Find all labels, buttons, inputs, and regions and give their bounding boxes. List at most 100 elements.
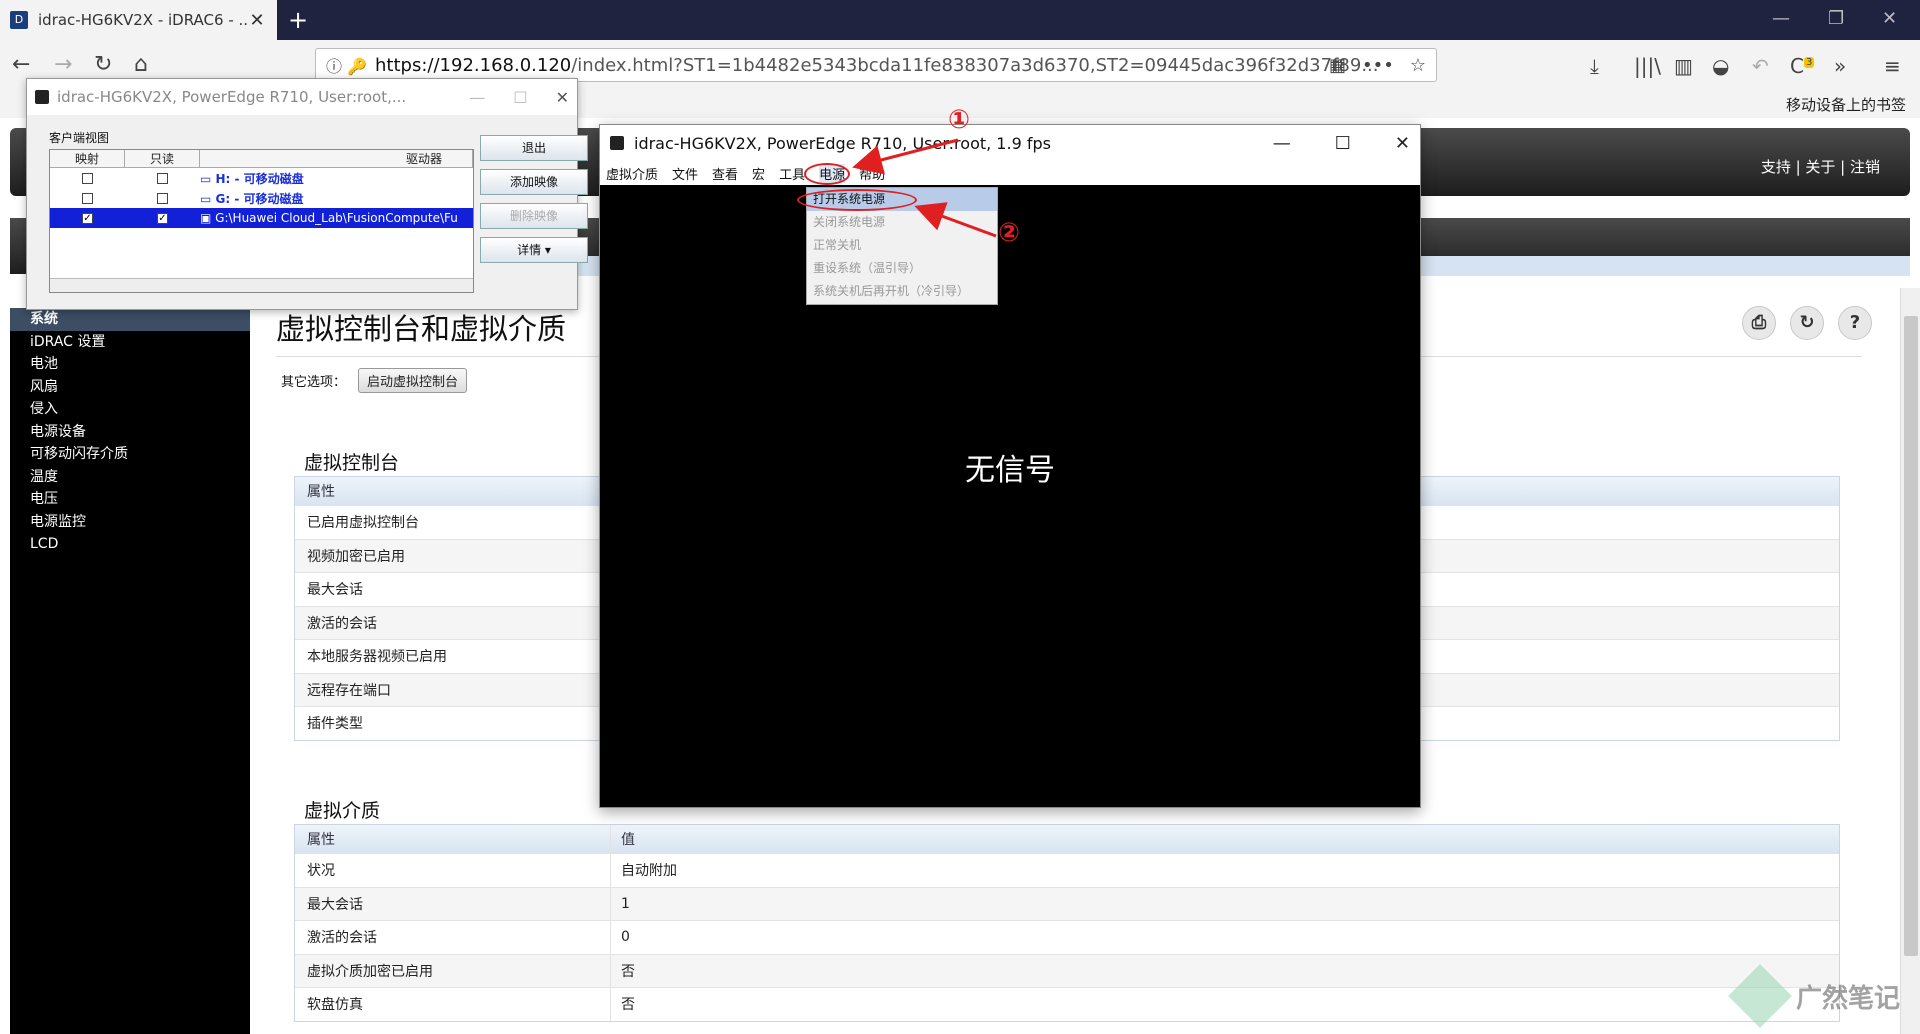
reload-icon[interactable]: ↻	[94, 52, 112, 77]
sidebar-item-lcd[interactable]: LCD	[10, 533, 250, 556]
console-menu-bar: 虚拟介质 文件 查看 宏 工具 电源 帮助	[600, 161, 1420, 185]
sidebar-item-fans[interactable]: 风扇	[10, 376, 250, 399]
dialog-title: idrac-HG6KV2X, PowerEdge R710, User:root…	[57, 88, 407, 106]
column-header: 属性	[295, 477, 611, 505]
minimize-icon[interactable]: —	[469, 88, 485, 107]
virtual-console-section-title: 虚拟控制台	[304, 452, 400, 474]
annotation-step-1: ①	[948, 105, 971, 135]
launch-virtual-console-button[interactable]: 启动虚拟控制台	[358, 368, 468, 393]
table-row: 虚拟介质加密已启用否	[295, 953, 1839, 987]
readonly-checkbox[interactable]: ✓	[157, 212, 168, 224]
sidebar-toggle-icon[interactable]: ▥	[1674, 54, 1693, 78]
home-icon[interactable]: ⌂	[134, 52, 148, 77]
close-window-icon[interactable]: ✕	[1882, 8, 1897, 29]
maximize-icon[interactable]: ☐	[1335, 133, 1351, 154]
minimize-icon[interactable]: —	[1772, 8, 1790, 29]
header-links[interactable]: 支持 | 关于 | 注销	[1761, 156, 1880, 177]
sidebar-item-intrusion[interactable]: 侵入	[10, 398, 250, 421]
column-header: 值	[621, 832, 635, 848]
scrollbar-thumb[interactable]	[1904, 316, 1918, 956]
column-header: 属性	[295, 825, 611, 853]
close-icon[interactable]: ✕	[556, 88, 569, 107]
menu-icon[interactable]: ≡	[1884, 54, 1901, 78]
download-icon[interactable]: ⤓	[1590, 54, 1599, 78]
menu-item-cold-reboot[interactable]: 系统关机后再开机（冷引导）	[807, 280, 997, 303]
new-tab-icon[interactable]: +	[288, 6, 308, 34]
help-icon[interactable]: ?	[1838, 306, 1872, 340]
url-bar[interactable]: ⓘ 🔑 https://192.168.0.120/index.html?ST1…	[315, 48, 1437, 82]
mobile-bookmarks-link[interactable]: 移动设备上的书签	[1786, 94, 1906, 115]
restore-icon[interactable]: ❐	[1828, 8, 1844, 29]
tab-title: idrac-HG6KV2X - iDRAC6 - ...	[38, 11, 247, 29]
horizontal-scrollbar[interactable]	[50, 278, 473, 292]
sidebar-item-battery[interactable]: 电池	[10, 353, 250, 376]
drive-row[interactable]: ▭ G: - 可移动磁盘	[50, 188, 473, 208]
browser-tab[interactable]: D idrac-HG6KV2X - iDRAC6 - ... ✕	[0, 0, 277, 40]
watermark-logo-icon	[1728, 964, 1792, 1028]
sidebar-item-power-supplies[interactable]: 电源设备	[10, 421, 250, 444]
drive-row[interactable]: ▭ H: - 可移动磁盘	[50, 168, 473, 188]
sidebar-item-voltage[interactable]: 电压	[10, 488, 250, 511]
drive-row[interactable]: ✓ ✓ ▣ G:\Huawei Cloud_Lab\FusionCompute\…	[50, 208, 473, 228]
sidebar-item-idrac-settings[interactable]: iDRAC 设置	[10, 331, 250, 354]
undo-icon[interactable]: ↶	[1752, 54, 1769, 78]
menu-macro[interactable]: 宏	[752, 164, 765, 183]
close-tab-icon[interactable]: ✕	[247, 10, 267, 31]
readonly-checkbox[interactable]	[157, 192, 168, 204]
other-options-label: 其它选项：	[281, 375, 347, 390]
idrac-favicon-icon: D	[10, 11, 28, 29]
readonly-checkbox[interactable]	[157, 172, 168, 184]
url-text: https://192.168.0.120/index.html?ST1=1b4…	[375, 54, 1379, 76]
browser-tab-bar: D idrac-HG6KV2X - iDRAC6 - ... ✕ + — ❐ ✕	[0, 0, 1920, 40]
qr-code-icon[interactable]: ▦	[1329, 55, 1346, 76]
sidebar: 系统 iDRAC 设置 电池 风扇 侵入 电源设备 可移动闪存介质 温度 电压 …	[10, 308, 250, 1034]
extension-icon[interactable]: ◒	[1712, 54, 1729, 78]
menu-virtual-media[interactable]: 虚拟介质	[606, 164, 658, 183]
remove-image-button[interactable]: 删除映像	[480, 203, 588, 229]
table-row: 激活的会话 0	[295, 920, 1839, 954]
bookmark-star-icon[interactable]: ☆	[1410, 55, 1426, 76]
annotation-step-2: ②	[998, 218, 1021, 248]
page-actions-icon[interactable]: •••	[1362, 55, 1394, 76]
sidebar-item-system[interactable]: 系统	[10, 308, 250, 331]
menu-help[interactable]: 帮助	[859, 164, 885, 183]
details-button[interactable]: 详情 ▾	[480, 237, 588, 263]
site-info-icon[interactable]: ⓘ 🔑	[326, 53, 367, 77]
forward-icon[interactable]: →	[54, 52, 72, 77]
virtual-media-section-title: 虚拟介质	[304, 800, 381, 822]
sidebar-item-temperature[interactable]: 温度	[10, 466, 250, 489]
print-icon[interactable]: ⎙	[1742, 306, 1776, 340]
page-scrollbar[interactable]	[1900, 288, 1920, 1034]
map-checkbox[interactable]: ✓	[82, 212, 93, 224]
map-checkbox[interactable]	[82, 172, 93, 184]
menu-item-warm-reset[interactable]: 重设系统（温引导）	[807, 257, 997, 280]
column-header: 只读	[125, 150, 200, 167]
annotation-oval-power-menu	[804, 163, 850, 185]
overflow-icon[interactable]: »	[1834, 54, 1846, 78]
menu-item-graceful-shutdown[interactable]: 正常关机	[807, 234, 997, 257]
drive-icon: ▭	[200, 191, 216, 206]
minimize-icon[interactable]: —	[1273, 133, 1291, 154]
menu-file[interactable]: 文件	[672, 164, 698, 183]
sidebar-item-flash-media[interactable]: 可移动闪存介质	[10, 443, 250, 466]
library-icon[interactable]: |||\	[1634, 54, 1661, 78]
map-checkbox[interactable]	[82, 192, 93, 204]
sync-icon[interactable]: C3	[1790, 54, 1815, 78]
close-icon[interactable]: ✕	[1395, 133, 1410, 154]
exit-button[interactable]: 退出	[480, 135, 588, 161]
maximize-icon[interactable]: ☐	[513, 88, 527, 107]
client-view-label: 客户端视图	[49, 131, 110, 145]
watermark-text: 广然笔记	[1795, 983, 1900, 1014]
add-image-button[interactable]: 添加映像	[480, 169, 588, 195]
menu-view[interactable]: 查看	[712, 164, 738, 183]
menu-item-power-off[interactable]: 关闭系统电源	[807, 211, 997, 234]
console-title: idrac-HG6KV2X, PowerEdge R710, User:root…	[634, 133, 1051, 153]
table-row: 状况 自动附加	[295, 853, 1839, 887]
no-signal-text: 无信号	[965, 453, 1055, 488]
sidebar-item-power-monitoring[interactable]: 电源监控	[10, 511, 250, 534]
app-icon	[610, 136, 624, 150]
refresh-icon[interactable]: ↻	[1790, 306, 1824, 340]
page-title: 虚拟控制台和虚拟介质	[276, 312, 567, 346]
menu-tools[interactable]: 工具	[779, 164, 805, 183]
back-icon[interactable]: ←	[12, 52, 30, 77]
